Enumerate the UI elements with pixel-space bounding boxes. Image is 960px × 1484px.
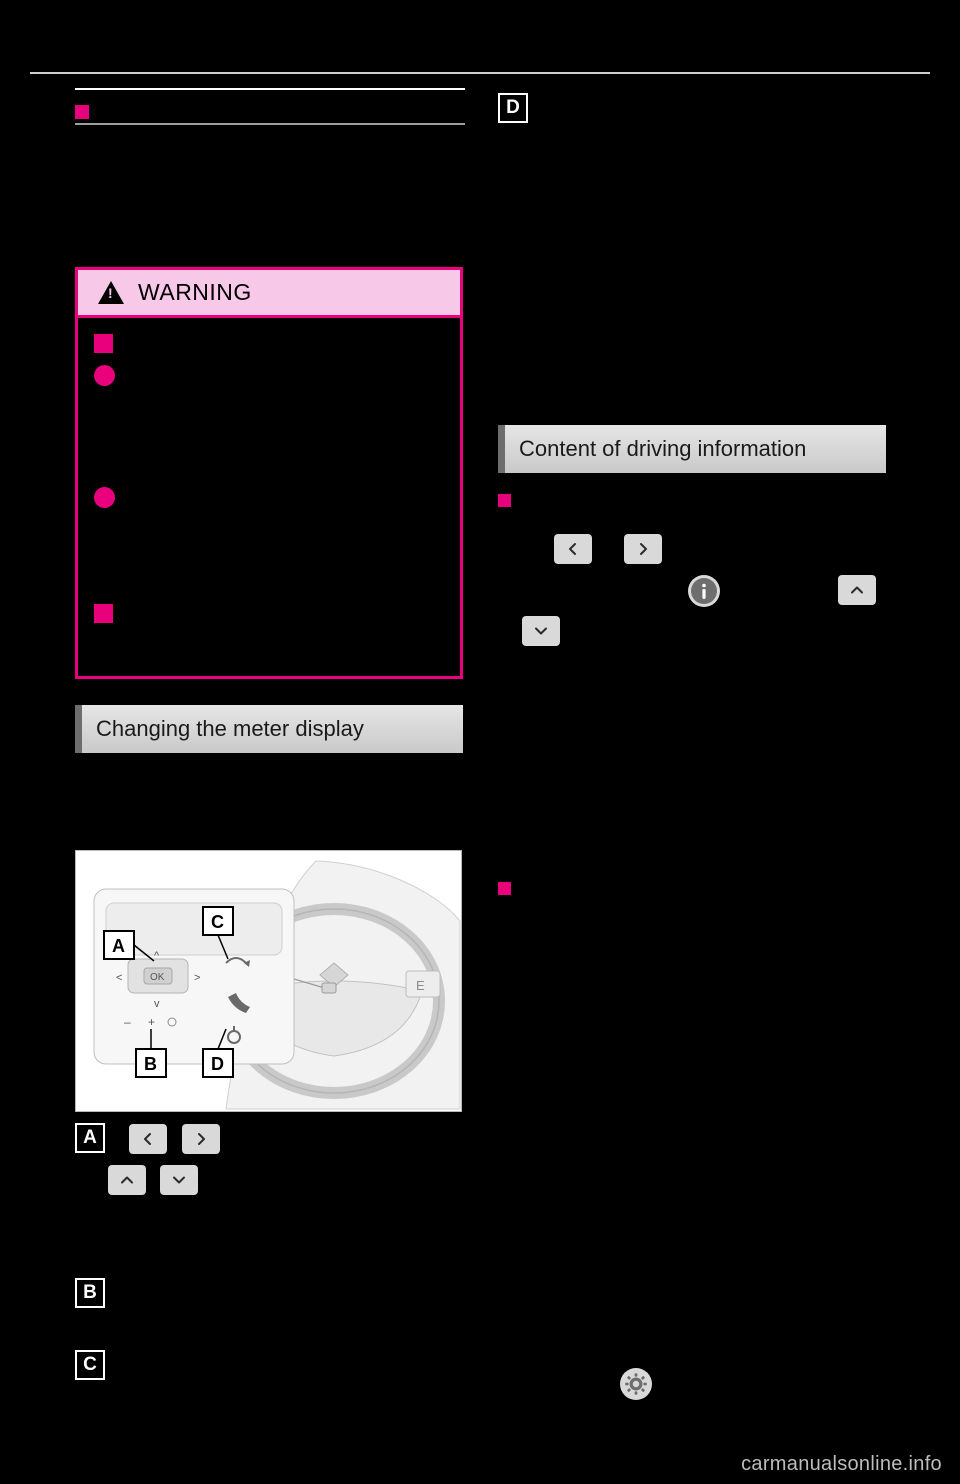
- manual-page: WARNING Changing the meter display: [0, 0, 960, 1484]
- info-icon: [691, 578, 717, 604]
- section-header-changing-meter-display: Changing the meter display: [75, 705, 463, 753]
- inline-up-button-wrap: [838, 575, 876, 605]
- square-bullet-icon: [498, 494, 511, 508]
- svg-text:A: A: [112, 936, 125, 956]
- chevron-up-icon: [851, 586, 863, 594]
- callout-B-block: B: [75, 1278, 105, 1308]
- warning-item: [94, 487, 444, 592]
- switch-right-button[interactable]: [181, 1123, 220, 1154]
- svg-text:^: ^: [154, 950, 160, 962]
- chevron-right-icon: [197, 1132, 205, 1145]
- chevron-down-icon: [173, 1176, 186, 1184]
- warning-title-text: WARNING: [138, 279, 252, 305]
- callout-letter-B: B: [75, 1278, 105, 1308]
- heading-rule-top: [75, 88, 465, 90]
- chevron-right-icon: [640, 543, 648, 555]
- switch-right-button[interactable]: [624, 534, 663, 564]
- section-header-text: Content of driving information: [519, 436, 807, 461]
- circle-bullet-icon: [94, 365, 115, 386]
- square-bullet-icon: [94, 334, 113, 353]
- switch-left-button[interactable]: [129, 1123, 168, 1154]
- svg-text:<: <: [116, 972, 122, 984]
- chevron-left-icon: [569, 543, 576, 555]
- callout-C-block: C: [75, 1350, 105, 1380]
- svg-text:C: C: [211, 912, 224, 932]
- chevron-up-icon: [121, 1176, 133, 1184]
- square-bullet-icon: [94, 604, 113, 623]
- warning-triangle-icon: [98, 281, 124, 304]
- callout-A-block: A: [75, 1123, 220, 1154]
- svg-text:v: v: [154, 998, 160, 1010]
- steering-wheel-switch-illustration: E OK ^ v < > – + A B C D: [75, 850, 462, 1112]
- left-section1-heading-block: [75, 88, 465, 125]
- svg-text:B: B: [144, 1054, 157, 1074]
- switch-down-button[interactable]: [160, 1165, 199, 1195]
- svg-text:OK: OK: [150, 972, 165, 983]
- illustration-svg: E OK ^ v < > – + A B C D: [76, 851, 461, 1111]
- svg-text:–: –: [124, 1015, 131, 1029]
- page-top-rule: [30, 72, 930, 74]
- section-header-content-of-driving-information: Content of driving information: [498, 425, 886, 473]
- svg-text:+: +: [148, 1015, 155, 1029]
- footer-watermark: carmanualsonline.info: [741, 1453, 942, 1475]
- warning-title-bar: WARNING: [78, 270, 460, 318]
- chevron-down-icon: [535, 627, 547, 635]
- right-item-1-heading: [498, 491, 511, 510]
- switch-left-button[interactable]: [554, 534, 592, 564]
- callout-A-block-2: [108, 1165, 199, 1195]
- info-icon-button[interactable]: [688, 575, 720, 607]
- warning-item: [94, 604, 444, 623]
- left-column: [75, 88, 465, 125]
- info-button[interactable]: [688, 575, 720, 611]
- warning-item: [94, 334, 444, 353]
- inline-buttons-row-1: [554, 534, 663, 564]
- callout-letter-A: A: [75, 1123, 105, 1153]
- gear-icon: [625, 1373, 647, 1395]
- warning-body: [78, 318, 460, 623]
- circle-bullet-icon: [94, 487, 115, 508]
- settings-button[interactable]: [620, 1368, 652, 1404]
- switch-up-button[interactable]: [108, 1165, 146, 1195]
- svg-text:D: D: [211, 1054, 224, 1074]
- gear-icon-button[interactable]: [620, 1368, 652, 1400]
- callout-letter-D: D: [498, 93, 528, 123]
- callout-D-block: D: [498, 93, 528, 123]
- inline-down-button-wrap: [522, 616, 560, 646]
- chevron-left-icon: [144, 1132, 152, 1145]
- warning-item: [94, 365, 444, 475]
- svg-text:E: E: [416, 978, 425, 993]
- heading-rule-bottom: [75, 123, 465, 125]
- svg-text:>: >: [194, 972, 200, 984]
- square-bullet-icon: [498, 882, 511, 896]
- warning-box: WARNING: [75, 267, 463, 679]
- left-section1-heading: [75, 102, 465, 121]
- right-item-2-heading: [498, 879, 511, 898]
- switch-up-button[interactable]: [838, 575, 876, 605]
- square-bullet-icon: [75, 104, 89, 119]
- callout-letter-C: C: [75, 1350, 105, 1380]
- switch-down-button[interactable]: [522, 616, 560, 646]
- section-header-text: Changing the meter display: [96, 716, 364, 741]
